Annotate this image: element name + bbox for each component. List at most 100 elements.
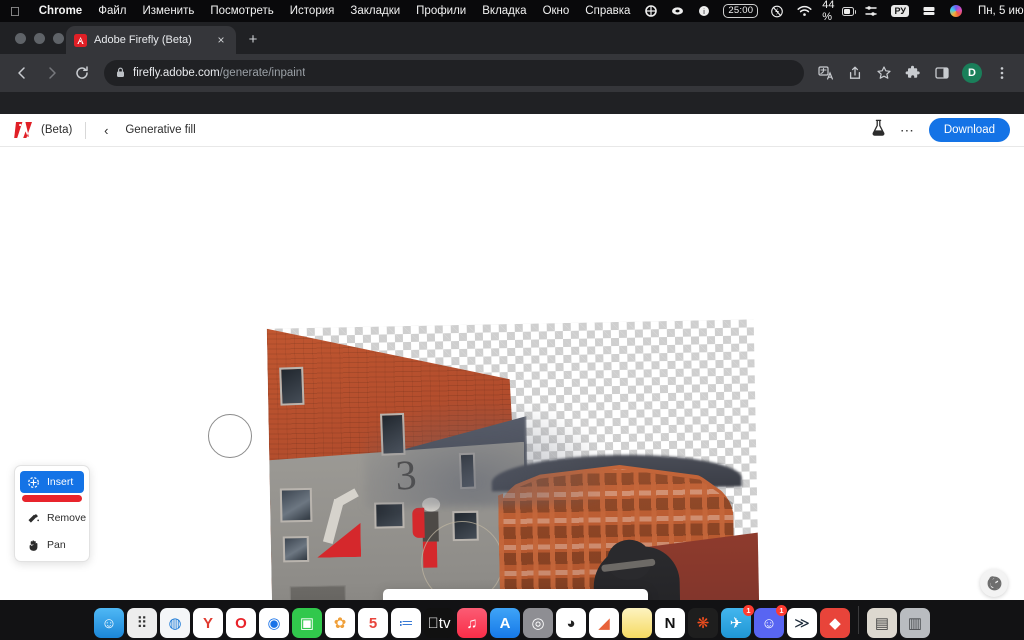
dock-item-downloads-stack[interactable]: ▤ (867, 608, 897, 638)
dock-item-safari[interactable]: ◍ (160, 608, 190, 638)
forward-arrow-icon[interactable] (38, 59, 66, 87)
menu-item-help[interactable]: Справка (577, 5, 638, 17)
menu-item-view[interactable]: Посмотреть (202, 5, 281, 17)
translate-icon[interactable] (812, 59, 840, 87)
dock-item-finder[interactable]: ☺ (94, 608, 124, 638)
dock-item-figma[interactable]: ❋ (688, 608, 718, 638)
dock-item-google-chrome[interactable]: ◉ (259, 608, 289, 638)
menu-item-history[interactable]: История (282, 5, 343, 17)
battery-icon (842, 7, 854, 16)
dock-item-app-store[interactable]: A (490, 608, 520, 638)
menu-bar-status-area: i 25:00 44 % РУ Пн, 5 июня 10:49 (638, 0, 1024, 23)
browser-tab[interactable]: Adobe Firefly (Beta) × (66, 26, 236, 54)
dock-item-calendar[interactable]: 5 (358, 608, 388, 638)
battery-status[interactable]: 44 % (819, 0, 857, 23)
dock-item-notes[interactable] (622, 608, 652, 638)
dock-item-sketch-app[interactable]: ◢ (589, 608, 619, 638)
menu-item-window[interactable]: Окно (535, 5, 578, 17)
dock-divider (858, 606, 859, 634)
keyboard-layout-indicator[interactable]: РУ (891, 5, 908, 17)
kebab-menu-icon[interactable] (988, 59, 1016, 87)
adobe-firefly-logo[interactable] (14, 121, 34, 139)
editor-canvas[interactable]: 3 Старыйсвойсервер (0, 147, 1024, 622)
dock-item-telegram[interactable]: ✈1 (721, 608, 751, 638)
dock-item-ninja-app[interactable]: ◕ (556, 608, 586, 638)
app-header: (Beta) ‹ Generative fill ⋯ Download (0, 114, 1024, 146)
timer-status[interactable]: 25:00 (723, 4, 758, 18)
building-window (280, 488, 313, 523)
dock-item-discord[interactable]: ☺1 (754, 608, 784, 638)
close-icon[interactable]: × (214, 33, 228, 47)
source-photo: 3 Старыйсвойсервер (267, 319, 761, 622)
bookmark-star-icon[interactable] (870, 59, 898, 87)
tool-label: Insert (47, 476, 73, 488)
firefly-page: (Beta) ‹ Generative fill ⋯ Download (0, 114, 1024, 622)
discord-badge: 1 (776, 605, 787, 616)
back-arrow-icon[interactable] (8, 59, 36, 87)
reload-icon[interactable] (68, 59, 96, 87)
dock-item-reminders[interactable]: ≔ (391, 608, 421, 638)
dock-item-launchpad[interactable]: ⠿ (127, 608, 157, 638)
menu-item-tab[interactable]: Вкладка (474, 5, 534, 17)
dock-item-opera[interactable]: O (226, 608, 256, 638)
tab-strip: Adobe Firefly (Beta) × + (0, 22, 1024, 54)
profile-avatar[interactable]: D (962, 63, 982, 83)
screen:  Chrome Файл Изменить Посмотреть Истори… (0, 0, 1024, 640)
dock-item-yandex-browser[interactable]: Y (193, 608, 223, 638)
bolt-icon[interactable] (764, 5, 790, 18)
beaker-icon[interactable] (871, 119, 886, 141)
menu-item-edit[interactable]: Изменить (134, 5, 202, 17)
dock-item-trash-bin[interactable]: ▥ (900, 608, 930, 638)
display-icon[interactable] (915, 5, 943, 17)
dock-item-facetime[interactable]: ▣ (292, 608, 322, 638)
dock-item-system-settings[interactable]: ◎ (523, 608, 553, 638)
dock-item-music[interactable]: ♫ (457, 608, 487, 638)
artwork-layer[interactable]: 3 Старыйсвойсервер (267, 319, 761, 622)
menu-item-bookmarks[interactable]: Закладки (342, 5, 408, 17)
chrome-window: Adobe Firefly (Beta) × + firefly.adobe.c… (0, 22, 1024, 600)
apple-icon[interactable]:  (0, 5, 31, 18)
insert-brush-icon (26, 475, 40, 489)
header-divider (85, 122, 86, 139)
dock-item-notion[interactable]: N (655, 608, 685, 638)
browser-toolbar: firefly.adobe.com/generate/inpaint (0, 54, 1024, 92)
extensions-icon[interactable] (899, 59, 927, 87)
tool-remove[interactable]: Remove (20, 507, 84, 529)
macos-menu-bar:  Chrome Файл Изменить Посмотреть Истори… (0, 0, 1024, 22)
tool-panel: Insert Remove Pan (14, 465, 90, 562)
chatgpt-logo-icon[interactable] (980, 569, 1008, 597)
lock-icon (116, 67, 125, 80)
control-center-icon[interactable] (857, 5, 885, 17)
dock-item-photos[interactable]: ✿ (325, 608, 355, 638)
tool-pan[interactable]: Pan (20, 534, 84, 556)
minimize-window-button[interactable] (34, 33, 45, 44)
vpn-icon[interactable] (664, 5, 691, 17)
chevron-left-icon[interactable]: ‹ (99, 123, 113, 138)
tool-insert[interactable]: Insert (20, 471, 84, 493)
menu-item-chrome[interactable]: Chrome (31, 5, 90, 17)
grammarly-icon[interactable] (638, 5, 664, 17)
menu-bar-clock[interactable]: Пн, 5 июня 10:49 (969, 5, 1024, 17)
siri-icon[interactable] (943, 5, 969, 17)
tab-title: Adobe Firefly (Beta) (94, 34, 207, 46)
url-host: firefly.adobe.com (133, 67, 220, 79)
dock-item-zoom[interactable]: ≫ (787, 608, 817, 638)
menu-item-profiles[interactable]: Профили (408, 5, 474, 17)
annotation-underline-insert (22, 495, 82, 502)
removed-sky-feather (363, 384, 635, 509)
menu-item-file[interactable]: Файл (90, 5, 134, 17)
side-panel-icon[interactable] (928, 59, 956, 87)
zoom-window-button[interactable] (53, 33, 64, 44)
share-icon[interactable] (841, 59, 869, 87)
plus-icon[interactable]: + (245, 32, 261, 48)
address-bar[interactable]: firefly.adobe.com/generate/inpaint (104, 60, 804, 86)
dock-item-adobe-app[interactable]: ◆ (820, 608, 850, 638)
dock-item-apple-tv[interactable]: tv (424, 608, 454, 638)
download-button[interactable]: Download (929, 118, 1010, 142)
close-window-button[interactable] (15, 33, 26, 44)
wifi-icon[interactable] (790, 5, 819, 17)
brush-cursor-circle (208, 414, 252, 458)
building-window (283, 536, 309, 562)
ellipsis-icon[interactable]: ⋯ (900, 125, 915, 135)
shield-icon[interactable]: i (691, 5, 717, 17)
